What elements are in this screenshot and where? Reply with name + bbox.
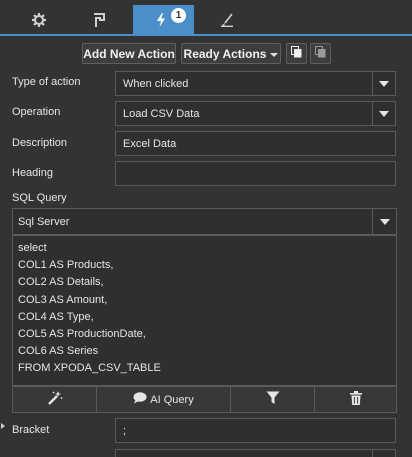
filter-icon [266,391,280,408]
sql-toolbar: AI Query [12,386,397,413]
collapse-arrow-icon[interactable] [1,423,5,429]
bracket-input[interactable]: ; [115,418,396,443]
actions-count-badge: 1 [171,8,186,23]
chevron-down-icon[interactable] [372,209,396,234]
magic-wand-button[interactable] [13,387,97,412]
tab-settings[interactable] [14,5,64,35]
flag-icon [92,12,106,28]
paste-button[interactable] [310,43,331,64]
sql-line: select [18,242,47,254]
tab-style[interactable] [202,5,252,35]
heading-label: Heading [12,167,53,179]
sql-line: COL4 AS Type, [18,310,94,323]
operation-value: Load CSV Data [123,107,200,120]
copy-icon [291,46,302,61]
sql-line: COL6 AS Series [18,345,99,358]
paste-icon [315,46,326,61]
type-of-action-select[interactable]: When clicked [115,71,396,96]
copy-button[interactable] [286,43,307,64]
trash-icon [349,391,362,408]
sql-line: COL1 AS Products, [18,259,114,272]
tab-bar: 1 [0,0,412,36]
heading-input[interactable] [115,161,396,186]
description-label: Description [12,137,68,149]
tab-underline [0,34,412,36]
chevron-down-icon[interactable] [372,72,395,95]
chevron-down-icon[interactable] [372,102,395,125]
ai-query-button[interactable]: AI Query [97,387,231,412]
sql-line: FROM XPODA_CSV_TABLE [18,362,161,375]
tab-actions[interactable]: 1 [133,5,194,35]
sql-query-label: SQL Query [12,192,67,204]
ready-actions-label: Ready Actions [183,46,267,61]
type-of-action-value: When clicked [123,77,189,90]
caret-down-icon [270,52,279,57]
next-field-partial[interactable] [115,449,396,457]
sql-engine-value: Sql Server [18,215,70,228]
sql-line: COL3 AS Amount, [18,293,108,306]
delete-button[interactable] [315,387,396,412]
ai-query-label: AI Query [150,393,194,406]
lightning-icon [156,13,166,27]
brush-icon [220,13,234,27]
operation-select[interactable]: Load CSV Data [115,101,396,126]
action-toolbar: Add New Action Ready Actions [0,41,412,65]
description-input[interactable]: Excel Data [115,131,396,156]
tab-flag[interactable] [74,5,124,35]
type-of-action-label: Type of action [12,76,81,88]
bracket-label: Bracket [12,424,50,436]
sql-engine-select[interactable]: Sql Server [12,208,397,235]
operation-label: Operation [12,106,61,118]
magic-wand-icon [47,391,63,408]
add-new-action-button[interactable]: Add New Action [82,43,176,64]
filter-button[interactable] [231,387,315,412]
gear-icon [31,12,47,28]
sql-query-editor[interactable]: select COL1 AS Products, COL2 AS Details… [12,235,397,386]
chevron-down-icon[interactable] [372,450,395,457]
sql-line: COL2 AS Details, [18,276,104,289]
sql-line: COL5 AS ProductionDate, [18,327,146,340]
chat-bubble-icon [133,392,147,407]
ready-actions-dropdown[interactable]: Ready Actions [181,43,281,64]
